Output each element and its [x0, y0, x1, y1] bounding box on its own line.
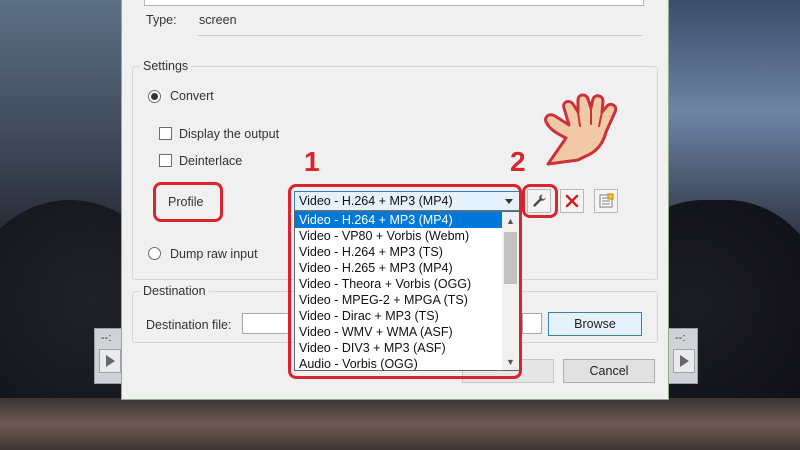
destination-title: Destination	[140, 284, 209, 298]
dump-raw-radio[interactable]	[148, 247, 161, 260]
type-value: screen	[199, 13, 237, 27]
destination-file-input[interactable]	[242, 313, 290, 334]
type-label: Type:	[146, 13, 177, 27]
profile-list-highlight	[288, 184, 522, 379]
deinterlace-checkbox[interactable]	[159, 154, 172, 167]
browse-button[interactable]: Browse	[548, 312, 642, 336]
right-player-controls: --:	[668, 328, 698, 384]
delete-profile-button[interactable]	[560, 189, 584, 213]
deinterlace-label: Deinterlace	[179, 154, 243, 168]
cancel-button[interactable]: Cancel	[563, 359, 655, 383]
play-icon[interactable]	[99, 349, 121, 373]
destination-file-label: Destination file:	[146, 318, 232, 332]
convert-label: Convert	[170, 89, 214, 103]
display-output-checkbox[interactable]	[159, 127, 172, 140]
new-profile-button[interactable]	[594, 189, 618, 213]
left-player-controls: --:	[94, 328, 124, 384]
pointing-hand-icon	[544, 93, 618, 166]
dump-raw-label: Dump raw input	[170, 247, 258, 261]
profile-highlight	[153, 182, 223, 222]
convert-radio[interactable]	[148, 90, 161, 103]
step-1-label: 1	[304, 146, 320, 177]
step-2-label: 2	[510, 146, 526, 177]
play-icon[interactable]	[673, 349, 695, 373]
settings-title: Settings	[140, 59, 192, 73]
delete-icon	[565, 194, 579, 208]
display-output-label: Display the output	[179, 127, 280, 141]
destination-file-input-end	[522, 313, 542, 334]
source-field[interactable]	[144, 0, 644, 6]
wrench-highlight	[522, 184, 558, 218]
new-profile-icon	[599, 193, 614, 208]
